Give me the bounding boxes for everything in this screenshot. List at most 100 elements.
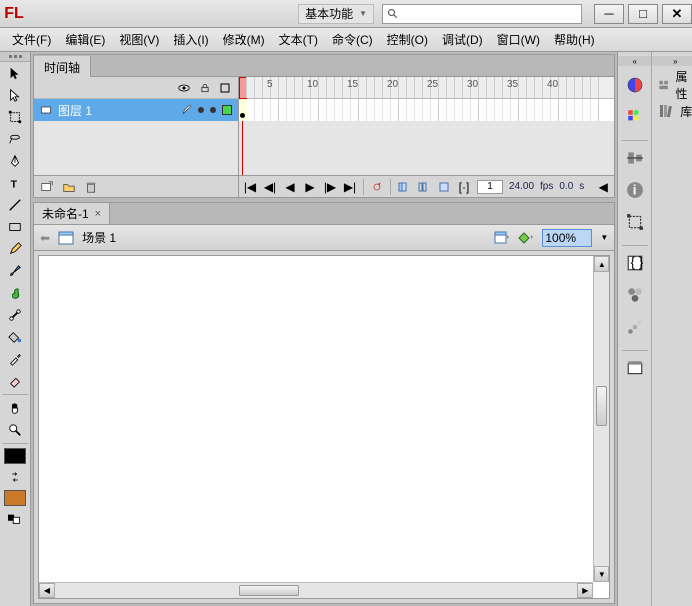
current-frame-field[interactable] <box>477 180 503 194</box>
play-button[interactable]: ▶ <box>303 180 317 194</box>
code-snippets-icon[interactable]: { } <box>622 250 648 276</box>
lasso-tool[interactable] <box>0 128 30 150</box>
menu-view[interactable]: 视图(V) <box>113 29 165 50</box>
brush-tool[interactable] <box>0 260 30 282</box>
edit-multiple-button[interactable] <box>437 180 451 194</box>
delete-layer-button[interactable] <box>84 180 98 194</box>
pencil-tool[interactable] <box>0 238 30 260</box>
bone-tool[interactable] <box>0 304 30 326</box>
goto-first-button[interactable]: |◀ <box>243 180 257 194</box>
free-transform-tool[interactable] <box>0 106 30 128</box>
search-input[interactable] <box>382 4 582 24</box>
edit-symbol-button[interactable] <box>518 231 534 245</box>
close-icon[interactable]: × <box>95 208 101 220</box>
maximize-button[interactable]: □ <box>628 4 658 24</box>
subselection-tool[interactable] <box>0 84 30 106</box>
panel-grip[interactable] <box>0 52 30 62</box>
scroll-left-button[interactable]: ◀ <box>39 583 55 598</box>
new-layer-button[interactable] <box>40 180 54 194</box>
text-tool[interactable]: T <box>0 172 30 194</box>
pen-tool[interactable] <box>0 150 30 172</box>
menu-control[interactable]: 控制(O) <box>381 29 434 50</box>
dock-collapse-right[interactable]: » <box>652 56 692 66</box>
lock-dot[interactable] <box>210 107 216 113</box>
scrollbar-horizontal[interactable]: ◀ ▶ <box>39 582 593 598</box>
swatches-panel-icon[interactable] <box>622 104 648 130</box>
close-button[interactable]: ✕ <box>662 4 692 24</box>
paint-bucket-tool[interactable] <box>0 326 30 348</box>
stroke-color-swatch[interactable] <box>4 448 26 464</box>
back-button[interactable]: ⬅ <box>40 231 50 245</box>
menu-modify[interactable]: 修改(M) <box>217 29 271 50</box>
menu-debug[interactable]: 调试(D) <box>436 29 489 50</box>
deco-tool[interactable] <box>0 282 30 304</box>
line-tool[interactable] <box>0 194 30 216</box>
document-tab-label: 未命名-1 <box>42 205 89 222</box>
stage[interactable]: ▲ ▼ ◀ ▶ <box>38 255 610 599</box>
svg-text:T: T <box>11 178 18 190</box>
transform-panel-icon[interactable] <box>622 209 648 235</box>
fill-color-swatch[interactable] <box>4 490 26 506</box>
outline-icon[interactable] <box>220 83 230 93</box>
motion-presets-icon[interactable] <box>622 314 648 340</box>
dock-collapse-left[interactable]: « <box>618 56 651 66</box>
zoom-dropdown-button[interactable]: ▼ <box>600 233 608 242</box>
step-back-button[interactable]: ◀| <box>263 180 277 194</box>
step-forward-button[interactable]: |▶ <box>323 180 337 194</box>
onion-outline-button[interactable] <box>417 180 431 194</box>
hand-tool[interactable] <box>0 397 30 419</box>
scroll-right-button[interactable]: ▶ <box>577 583 593 598</box>
fps-value: 24.00 <box>509 181 534 192</box>
onion-skin-button[interactable] <box>397 180 411 194</box>
eye-icon[interactable] <box>178 82 190 94</box>
info-panel-icon[interactable]: i <box>622 177 648 203</box>
selection-tool[interactable] <box>0 62 30 84</box>
menu-window[interactable]: 窗口(W) <box>491 29 546 50</box>
black-white-icon[interactable] <box>0 508 30 530</box>
scroll-down-button[interactable]: ▼ <box>594 566 609 582</box>
color-panel-icon[interactable] <box>622 72 648 98</box>
menu-file[interactable]: 文件(F) <box>6 29 57 50</box>
new-folder-button[interactable] <box>62 180 76 194</box>
layer-row[interactable]: 图层 1 <box>34 99 238 121</box>
timeline-ruler[interactable]: 1510152025303540 <box>239 77 614 99</box>
eraser-tool[interactable] <box>0 370 30 392</box>
zoom-tool[interactable] <box>0 419 30 441</box>
eyedropper-tool[interactable] <box>0 348 30 370</box>
library-panel-button[interactable]: 库 <box>652 98 692 124</box>
rectangle-tool[interactable] <box>0 216 30 238</box>
timeline-menu-button[interactable]: ◀ <box>596 180 610 194</box>
scrollbar-vertical[interactable]: ▲ ▼ <box>593 256 609 582</box>
menu-commands[interactable]: 命令(C) <box>326 29 379 50</box>
keyframe[interactable] <box>239 99 247 121</box>
document-tab[interactable]: 未命名-1 × <box>34 203 110 224</box>
menu-text[interactable]: 文本(T) <box>273 29 324 50</box>
play-back-button[interactable]: ◀ <box>283 180 297 194</box>
menu-help[interactable]: 帮助(H) <box>548 29 601 50</box>
project-panel-icon[interactable] <box>622 355 648 381</box>
lock-icon[interactable] <box>200 82 210 94</box>
scroll-up-button[interactable]: ▲ <box>594 256 609 272</box>
menu-insert[interactable]: 插入(I) <box>167 29 214 50</box>
outline-square[interactable] <box>222 105 232 115</box>
tab-timeline[interactable]: 时间轴 <box>34 56 91 77</box>
workspace-switcher[interactable]: 基本功能 ▼ <box>298 4 374 24</box>
chevron-down-icon: ▼ <box>359 9 367 18</box>
scroll-thumb-v[interactable] <box>596 386 607 426</box>
scroll-thumb-h[interactable] <box>239 585 299 596</box>
document-panel: 未命名-1 × ⬅ 场景 1 ▼ ▲ ▼ <box>33 202 615 604</box>
align-panel-icon[interactable] <box>622 145 648 171</box>
swap-colors-icon[interactable] <box>0 466 30 488</box>
components-panel-icon[interactable] <box>622 282 648 308</box>
goto-last-button[interactable]: ▶| <box>343 180 357 194</box>
onion-markers-button[interactable]: [·] <box>457 180 471 194</box>
frames-row[interactable] <box>239 99 614 121</box>
visibility-dot[interactable] <box>198 107 204 113</box>
zoom-field[interactable] <box>542 229 592 247</box>
loop-button[interactable] <box>370 180 384 194</box>
minimize-button[interactable]: ─ <box>594 4 624 24</box>
menu-edit[interactable]: 编辑(E) <box>59 29 111 50</box>
properties-panel-button[interactable]: 属性 <box>652 72 692 98</box>
svg-text:{ }: { } <box>630 254 643 269</box>
edit-scene-button[interactable] <box>494 231 510 245</box>
